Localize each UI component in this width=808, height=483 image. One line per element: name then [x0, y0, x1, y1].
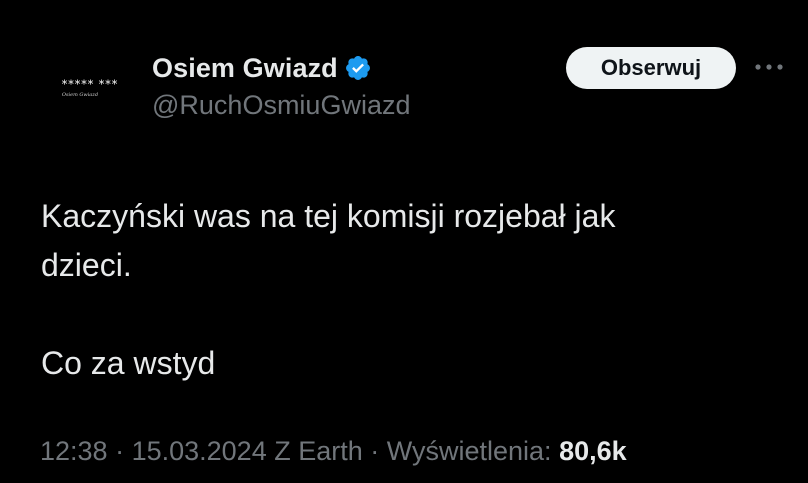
- author-display-name[interactable]: Osiem Gwiazd: [152, 53, 338, 84]
- views-label: Wyświetlenia:: [386, 436, 560, 466]
- meta-separator: ·: [362, 436, 387, 466]
- author-handle[interactable]: @RuchOsmiuGwiazd: [152, 90, 410, 121]
- avatar[interactable]: ***** *** Osiem Gwiazd: [40, 54, 140, 122]
- author-name-row: Osiem Gwiazd: [152, 50, 372, 86]
- avatar-caption: Osiem Gwiazd: [61, 91, 99, 98]
- tweet-card: ***** *** Osiem Gwiazd Osiem Gwiazd @Ruc…: [0, 0, 808, 483]
- more-options-icon[interactable]: [752, 52, 786, 82]
- verified-badge-icon: [344, 54, 372, 82]
- tweet-time[interactable]: 12:38: [40, 436, 108, 466]
- tweet-text-line: Kaczyński was na tej komisji rozjebał ja…: [41, 198, 616, 234]
- meta-separator: ·: [107, 436, 132, 466]
- avatar-stars-text: ***** ***: [61, 77, 119, 91]
- tweet-source: Z Earth: [266, 436, 363, 466]
- tweet-metadata: 12:38 · 15.03.2024 Z Earth · Wyświetleni…: [40, 436, 627, 467]
- tweet-text-line: Co za wstyd: [41, 345, 216, 381]
- follow-button[interactable]: Obserwuj: [566, 47, 736, 89]
- views-count[interactable]: 80,6k: [559, 436, 627, 466]
- tweet-text: Kaczyński was na tej komisji rozjebał ja…: [41, 192, 761, 388]
- tweet-text-line: dzieci.: [41, 247, 132, 283]
- tweet-date[interactable]: 15.03.2024: [132, 436, 267, 466]
